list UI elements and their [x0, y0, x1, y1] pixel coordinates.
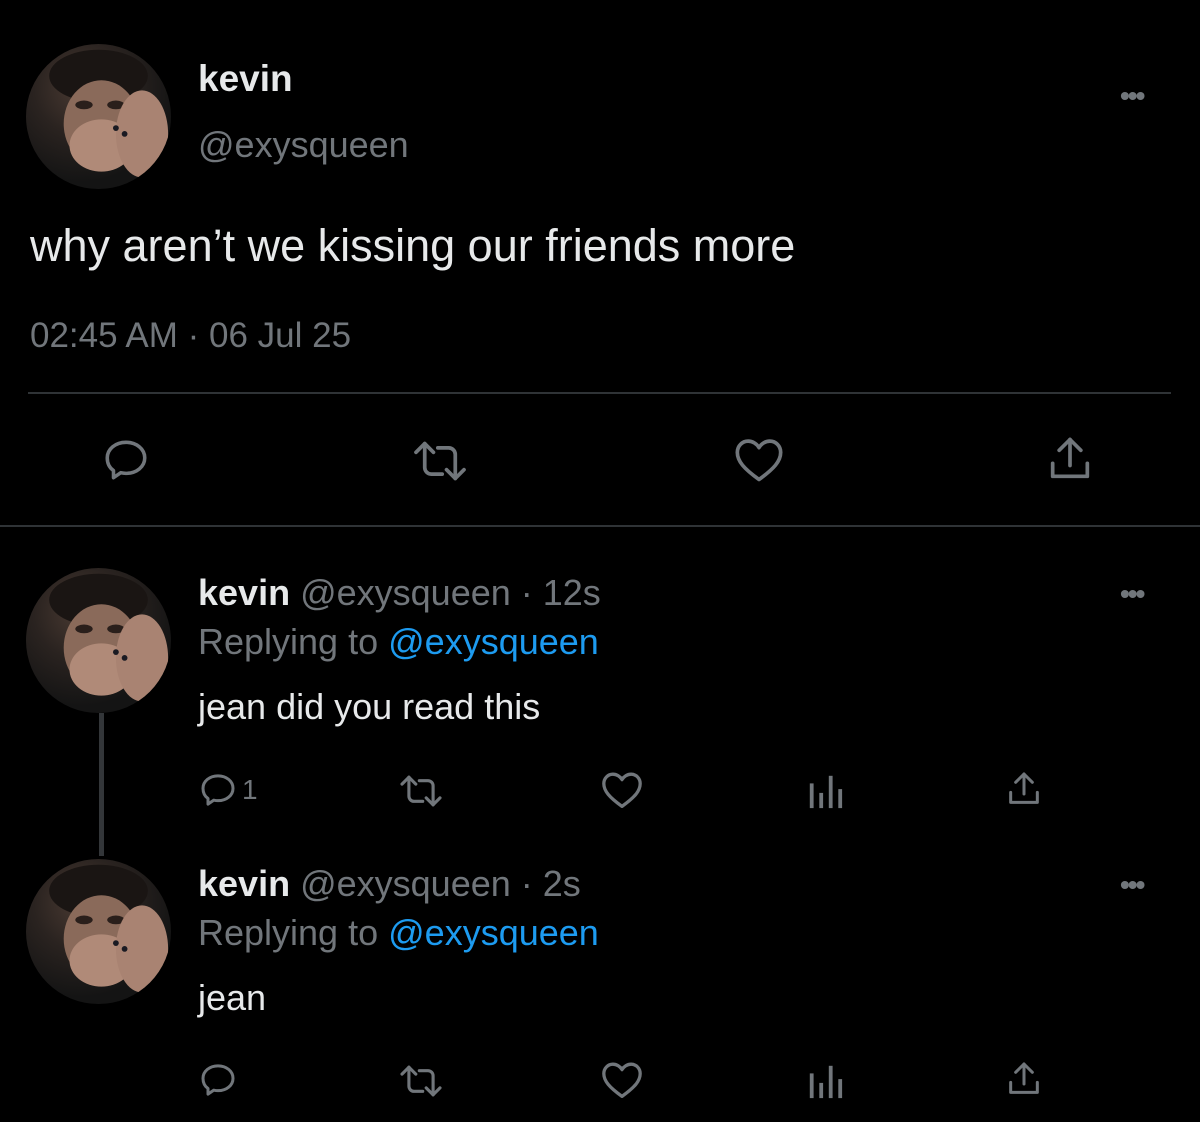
- reply-text: jean did you read this: [198, 686, 541, 727]
- reply-count: 1: [242, 774, 258, 805]
- reply-icon: [105, 440, 147, 480]
- like-icon: [735, 439, 783, 482]
- author-handle-time[interactable]: @exysqueen · 2s: [300, 863, 581, 904]
- divider: [28, 392, 1171, 394]
- like-button[interactable]: [600, 1060, 644, 1100]
- like-button[interactable]: [600, 770, 644, 810]
- reply-header: kevin @exysqueen · 12s: [198, 572, 601, 614]
- ellipsis-icon[interactable]: •••: [1120, 869, 1145, 901]
- author-name[interactable]: kevin: [198, 58, 293, 100]
- like-icon: [602, 772, 642, 808]
- reply-icon: [201, 1064, 235, 1096]
- avatar[interactable]: [26, 44, 171, 189]
- divider: [0, 525, 1200, 527]
- avatar[interactable]: [26, 568, 171, 713]
- author-name[interactable]: kevin: [198, 572, 290, 613]
- retweet-button[interactable]: [409, 437, 471, 485]
- reply-header: kevin @exysqueen · 2s: [198, 863, 581, 905]
- replying-prefix: Replying to: [198, 912, 379, 953]
- share-button[interactable]: [1044, 432, 1096, 486]
- mention-link[interactable]: @exysqueen: [388, 912, 599, 953]
- tweet-text: why aren’t we kissing our friends more: [30, 220, 796, 271]
- reply-button[interactable]: 1: [198, 770, 258, 810]
- mention-link[interactable]: @exysqueen: [388, 621, 599, 662]
- replying-to: Replying to @exysqueen: [198, 621, 599, 663]
- share-icon: [1009, 1062, 1039, 1094]
- share-icon: [1050, 437, 1090, 479]
- reply-icon: [201, 774, 235, 806]
- reply-button[interactable]: [100, 435, 152, 485]
- thread-line: [99, 713, 104, 856]
- ellipsis-icon[interactable]: •••: [1120, 80, 1145, 112]
- like-icon: [602, 1062, 642, 1098]
- tweet-timestamp[interactable]: 02:45 AM · 06 Jul 25: [30, 316, 351, 356]
- analytics-icon: [809, 1065, 843, 1099]
- retweet-button[interactable]: [396, 772, 446, 810]
- retweet-icon: [400, 775, 442, 807]
- retweet-button[interactable]: [396, 1062, 446, 1100]
- share-button[interactable]: [1004, 768, 1044, 810]
- like-button[interactable]: [733, 436, 785, 484]
- reply-button[interactable]: [198, 1060, 238, 1100]
- avatar[interactable]: [26, 859, 171, 1004]
- ellipsis-icon[interactable]: •••: [1120, 578, 1145, 610]
- retweet-icon: [400, 1065, 442, 1097]
- author-name[interactable]: kevin: [198, 863, 290, 904]
- retweet-icon: [414, 441, 466, 481]
- share-button[interactable]: [1004, 1058, 1044, 1100]
- share-icon: [1009, 772, 1039, 804]
- author-handle[interactable]: @exysqueen: [198, 124, 409, 166]
- analytics-button[interactable]: [806, 772, 844, 810]
- author-handle-time[interactable]: @exysqueen · 12s: [300, 572, 601, 613]
- analytics-button[interactable]: [806, 1062, 844, 1100]
- replying-prefix: Replying to: [198, 621, 379, 662]
- replying-to: Replying to @exysqueen: [198, 912, 599, 954]
- analytics-icon: [809, 775, 843, 809]
- reply-text: jean: [198, 977, 267, 1018]
